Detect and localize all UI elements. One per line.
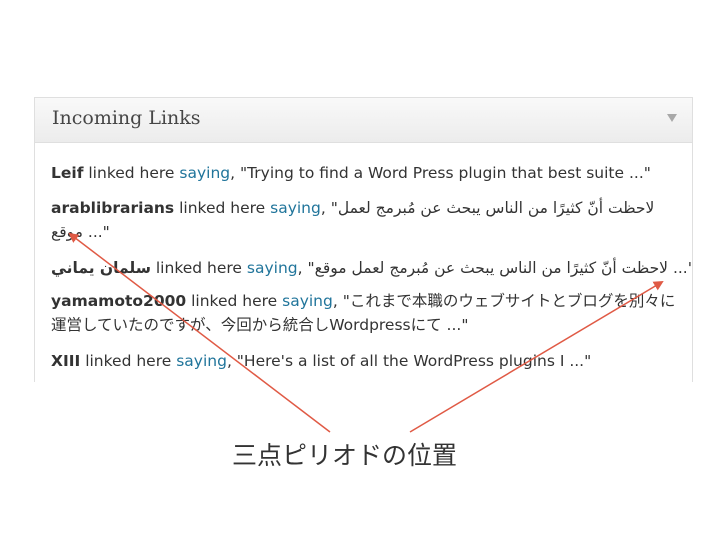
saying-link[interactable]: saying <box>270 199 321 217</box>
widget-title: Incoming Links <box>52 107 201 129</box>
linked-here-text: linked here <box>83 164 180 182</box>
link-author: سلمان يماني <box>51 259 151 277</box>
saying-link[interactable]: saying <box>179 164 230 182</box>
link-excerpt: , "لاحظت أنّ كثيرًا من الناس يبحث عن مُب… <box>297 259 693 277</box>
list-item: XIII linked here saying, "Here's a list … <box>51 350 678 372</box>
link-author: yamamoto2000 <box>51 292 187 310</box>
linked-here-text: linked here <box>80 352 177 370</box>
linked-here-text: linked here <box>174 199 271 217</box>
linked-here-text: linked here <box>186 292 283 310</box>
list-item: arablibrarians linked here saying, "لاحظ… <box>51 196 678 244</box>
link-excerpt: , "Trying to find a Word Press plugin th… <box>230 164 651 182</box>
saying-link[interactable]: saying <box>247 259 298 277</box>
list-item: yamamoto2000 linked here saying, "これまで本職… <box>51 289 678 337</box>
link-author: Leif <box>51 164 84 182</box>
list-item: Leif linked here saying, "Trying to find… <box>51 162 678 184</box>
triangle-down-icon[interactable] <box>667 114 677 122</box>
widget-header[interactable]: Incoming Links <box>35 98 692 143</box>
saying-link[interactable]: saying <box>282 292 333 310</box>
annotation-caption: 三点ピリオドの位置 <box>232 441 458 470</box>
link-excerpt: , "Here's a list of all the WordPress pl… <box>226 352 592 370</box>
list-item: سلمان يماني linked here saying, "لاحظت أ… <box>51 257 692 279</box>
linked-here-text: linked here <box>150 259 247 277</box>
link-author: arablibrarians <box>51 199 175 217</box>
incoming-links-widget: Incoming Links Leif linked here saying, … <box>34 97 693 382</box>
saying-link[interactable]: saying <box>176 352 227 370</box>
link-author: XIII <box>51 352 81 370</box>
